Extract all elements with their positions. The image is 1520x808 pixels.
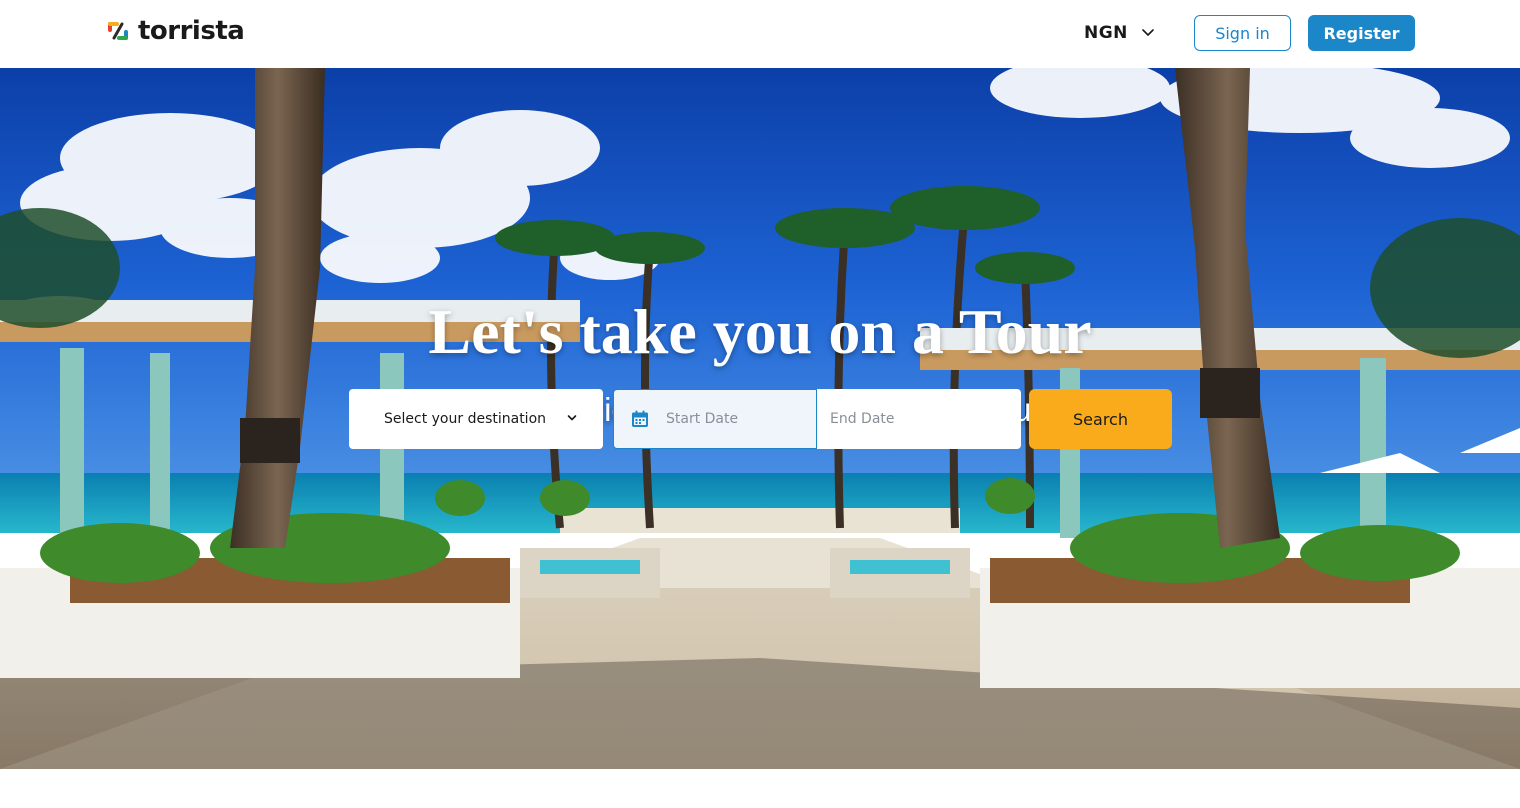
calendar-icon [632, 410, 648, 427]
start-date-field[interactable] [613, 389, 817, 449]
currency-selector[interactable]: NGN [1084, 20, 1154, 46]
start-date-input[interactable] [666, 411, 806, 427]
end-date-field[interactable] [817, 389, 1021, 449]
search-button[interactable]: Search [1029, 389, 1172, 449]
site-header: torrista NGN Sign in Register [0, 0, 1520, 68]
logo[interactable]: torrista [106, 16, 245, 46]
hero-title: Let's take you on a Tour [428, 296, 1092, 367]
currency-label: NGN [1084, 23, 1128, 43]
chevron-down-icon [1142, 29, 1154, 36]
destination-select-label: Select your destination [384, 411, 547, 427]
logo-text: torrista [138, 16, 245, 46]
sign-in-button[interactable]: Sign in [1194, 15, 1291, 51]
end-date-input[interactable] [830, 411, 970, 427]
chevron-down-icon [567, 415, 577, 421]
destination-select[interactable]: Select your destination [349, 389, 603, 449]
torrista-logo-icon [108, 22, 128, 40]
register-button[interactable]: Register [1308, 15, 1415, 51]
